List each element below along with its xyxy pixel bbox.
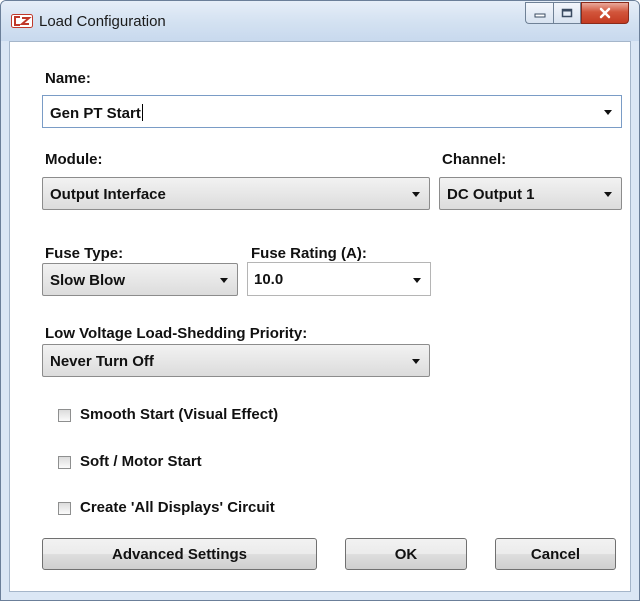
ok-button[interactable]: OK: [345, 538, 467, 570]
close-button[interactable]: [581, 2, 629, 24]
caption-buttons: [525, 2, 629, 24]
module-dropdown[interactable]: Output Interface: [42, 177, 430, 210]
chevron-down-icon: [412, 359, 420, 364]
fuse-rating-value: 10.0: [254, 271, 284, 288]
chevron-down-icon: [412, 192, 420, 197]
title-bar[interactable]: Load Configuration: [1, 1, 639, 41]
chevron-down-icon: [220, 278, 228, 283]
create-all-displays-checkbox[interactable]: [58, 502, 71, 515]
name-label: Name:: [45, 70, 91, 87]
window-title: Load Configuration: [39, 13, 166, 30]
text-caret: [141, 104, 143, 121]
chevron-down-icon: [604, 192, 612, 197]
channel-dropdown[interactable]: DC Output 1: [439, 177, 622, 210]
close-icon: [599, 7, 611, 19]
smooth-start-checkbox[interactable]: [58, 409, 71, 422]
create-all-displays-label[interactable]: Create 'All Displays' Circuit: [80, 499, 275, 516]
fuse-type-value: Slow Blow: [50, 272, 125, 289]
soft-motor-start-label[interactable]: Soft / Motor Start: [80, 453, 202, 470]
load-configuration-window: Load Configuration Name: Gen PT Start Mo…: [0, 0, 640, 601]
fuse-rating-label: Fuse Rating (A):: [251, 245, 367, 262]
maximize-icon: [561, 8, 573, 18]
soft-motor-start-checkbox[interactable]: [58, 456, 71, 469]
app-icon: [11, 14, 33, 28]
advanced-settings-button[interactable]: Advanced Settings: [42, 538, 317, 570]
maximize-button[interactable]: [553, 2, 581, 24]
name-value: Gen PT Start: [50, 105, 141, 122]
fuse-type-dropdown[interactable]: Slow Blow: [42, 263, 238, 296]
smooth-start-label[interactable]: Smooth Start (Visual Effect): [80, 406, 278, 423]
channel-value: DC Output 1: [447, 186, 535, 203]
cancel-button[interactable]: Cancel: [495, 538, 616, 570]
fuse-type-label: Fuse Type:: [45, 245, 124, 262]
name-combobox[interactable]: Gen PT Start: [42, 95, 622, 128]
minimize-icon: [534, 13, 545, 18]
priority-value: Never Turn Off: [50, 353, 154, 370]
priority-label: Low Voltage Load-Shedding Priority:: [45, 325, 308, 342]
chevron-down-icon[interactable]: [604, 110, 612, 115]
priority-dropdown[interactable]: Never Turn Off: [42, 344, 430, 377]
channel-label: Channel:: [442, 151, 507, 168]
fuse-rating-combobox[interactable]: 10.0: [247, 262, 431, 296]
module-label: Module:: [45, 151, 103, 168]
module-value: Output Interface: [50, 186, 166, 203]
chevron-down-icon[interactable]: [413, 278, 421, 283]
minimize-button[interactable]: [525, 2, 553, 24]
